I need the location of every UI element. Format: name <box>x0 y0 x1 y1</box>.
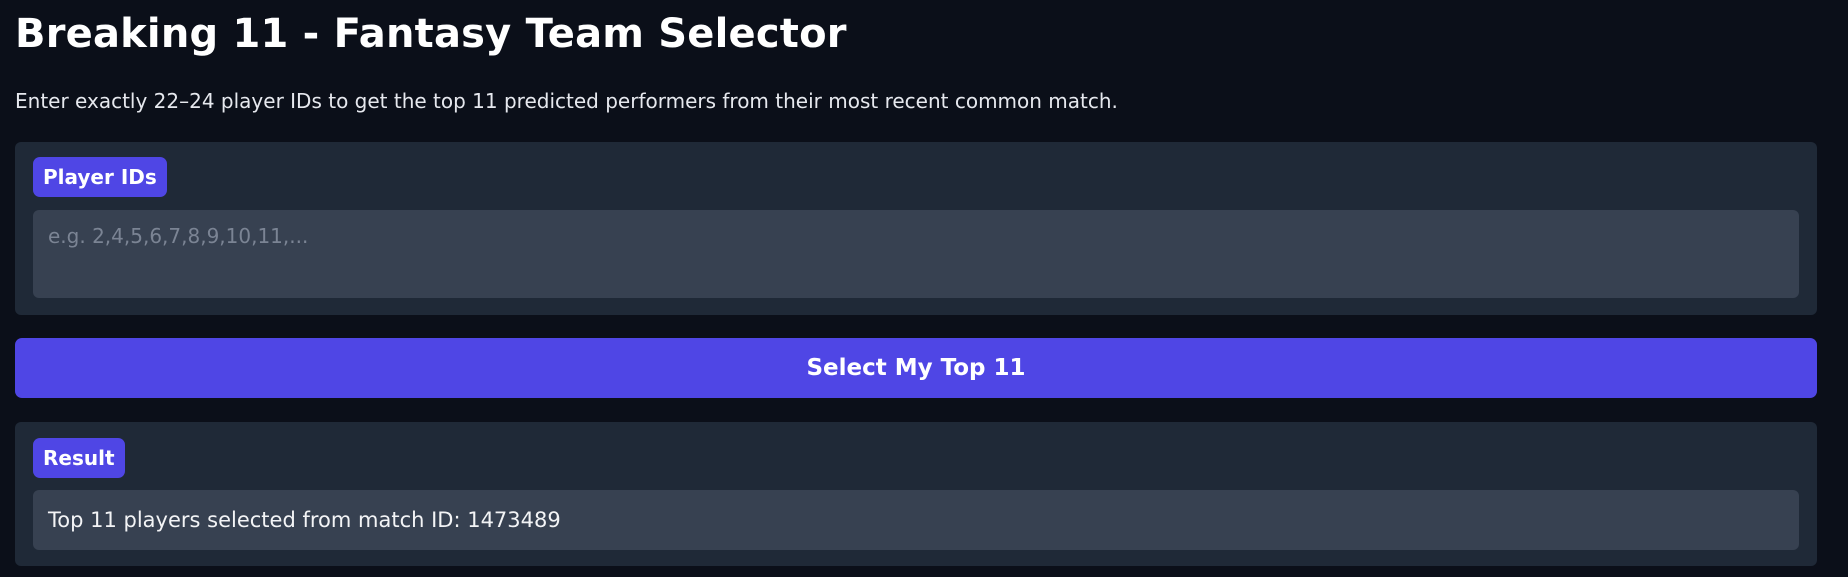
player-ids-panel: Player IDs <box>15 142 1817 315</box>
result-label: Result <box>33 438 125 478</box>
player-ids-label: Player IDs <box>33 157 167 197</box>
player-ids-input[interactable] <box>33 210 1799 298</box>
result-output: Top 11 players selected from match ID: 1… <box>33 490 1799 550</box>
select-top-11-button[interactable]: Select My Top 11 <box>15 338 1817 398</box>
page-subtitle: Enter exactly 22–24 player IDs to get th… <box>15 89 1118 113</box>
result-panel: Result Top 11 players selected from matc… <box>15 422 1817 566</box>
page: Breaking 11 - Fantasy Team Selector Ente… <box>0 0 1848 577</box>
page-title: Breaking 11 - Fantasy Team Selector <box>15 11 847 57</box>
